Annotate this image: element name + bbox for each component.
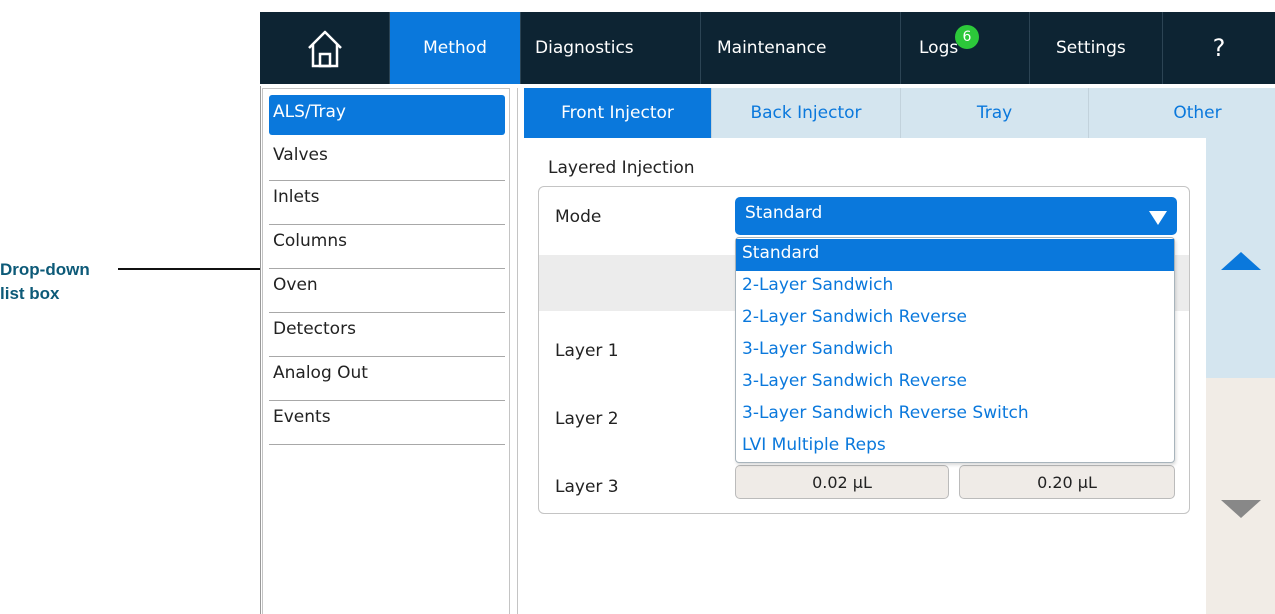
section-title: Layered Injection [548,158,695,178]
sidebar-item-inlets[interactable]: Inlets [269,181,505,225]
nav-logs-label: Logs [919,38,959,58]
dropdown-option[interactable]: 2-Layer Sandwich Reverse [736,303,1174,335]
callout-line-2: list box [0,284,60,303]
sidebar-item-oven[interactable]: Oven [269,269,505,313]
sidebar-item-analog-out[interactable]: Analog Out [269,357,505,401]
nav-method-tab[interactable]: Method [390,12,521,84]
tab-back-injector[interactable]: Back Injector [712,88,901,138]
tab-tray[interactable]: Tray [901,88,1089,138]
caret-down-icon [1149,211,1167,225]
mode-dropdown-list: Standard 2-Layer Sandwich 2-Layer Sandwi… [735,237,1175,463]
main-panel: Front Injector Back Injector Tray Other … [517,88,1275,614]
tab-front-injector[interactable]: Front Injector [524,88,712,138]
sidebar-list: ALS/Tray Valves Inlets Columns Oven Dete… [269,95,505,445]
sidebar: ALS/Tray Valves Inlets Columns Oven Dete… [262,88,510,614]
sidebar-item-valves[interactable]: Valves [269,139,505,181]
callout-label: Drop-down list box [0,258,90,306]
nav-logs-tab[interactable]: Logs 6 [901,12,1030,84]
layered-injection-group: Mode Standard Layer 1 Layer 2 Layer 3 0.… [538,186,1190,514]
mode-select-value: Standard [745,203,823,223]
layer3-label: Layer 3 [555,477,619,497]
dropdown-option[interactable]: 3-Layer Sandwich Reverse Switch [736,399,1174,431]
layer2-label: Layer 2 [555,409,619,429]
layer3-volume-field-1[interactable]: 0.02 µL [735,465,949,499]
scroll-up-button[interactable] [1206,138,1275,378]
dropdown-option[interactable]: 2-Layer Sandwich [736,271,1174,303]
nav-settings-tab[interactable]: Settings [1030,12,1163,84]
mode-select[interactable]: Standard [735,197,1177,235]
dropdown-option[interactable]: 3-Layer Sandwich [736,335,1174,367]
tab-other[interactable]: Other [1089,88,1275,138]
home-icon [307,30,342,68]
device-screen: Method Diagnostics Maintenance Logs 6 Se… [260,12,1275,614]
sidebar-item-columns[interactable]: Columns [269,225,505,269]
sidebar-item-events[interactable]: Events [269,401,505,445]
callout-line-1: Drop-down [0,260,90,279]
sidebar-item-als-tray[interactable]: ALS/Tray [269,95,505,135]
nav-home-button[interactable] [260,12,390,84]
sub-tabs: Front Injector Back Injector Tray Other [524,88,1275,138]
help-button[interactable]: ? [1163,12,1275,84]
arrow-down-icon [1221,500,1261,518]
layer1-label: Layer 1 [555,341,619,361]
dropdown-option[interactable]: 3-Layer Sandwich Reverse [736,367,1174,399]
nav-maintenance-tab[interactable]: Maintenance [701,12,901,84]
mode-label: Mode [555,207,602,227]
dropdown-option[interactable]: Standard [736,239,1174,271]
dropdown-option[interactable]: LVI Multiple Reps [736,431,1174,463]
top-nav: Method Diagnostics Maintenance Logs 6 Se… [260,12,1275,84]
nav-diagnostics-tab[interactable]: Diagnostics [521,12,701,84]
sidebar-item-detectors[interactable]: Detectors [269,313,505,357]
arrow-up-icon [1221,252,1261,270]
logs-count-badge: 6 [955,25,979,49]
scroll-track [1206,138,1275,614]
scroll-down-button[interactable] [1206,378,1275,614]
layer3-volume-field-2[interactable]: 0.20 µL [959,465,1175,499]
